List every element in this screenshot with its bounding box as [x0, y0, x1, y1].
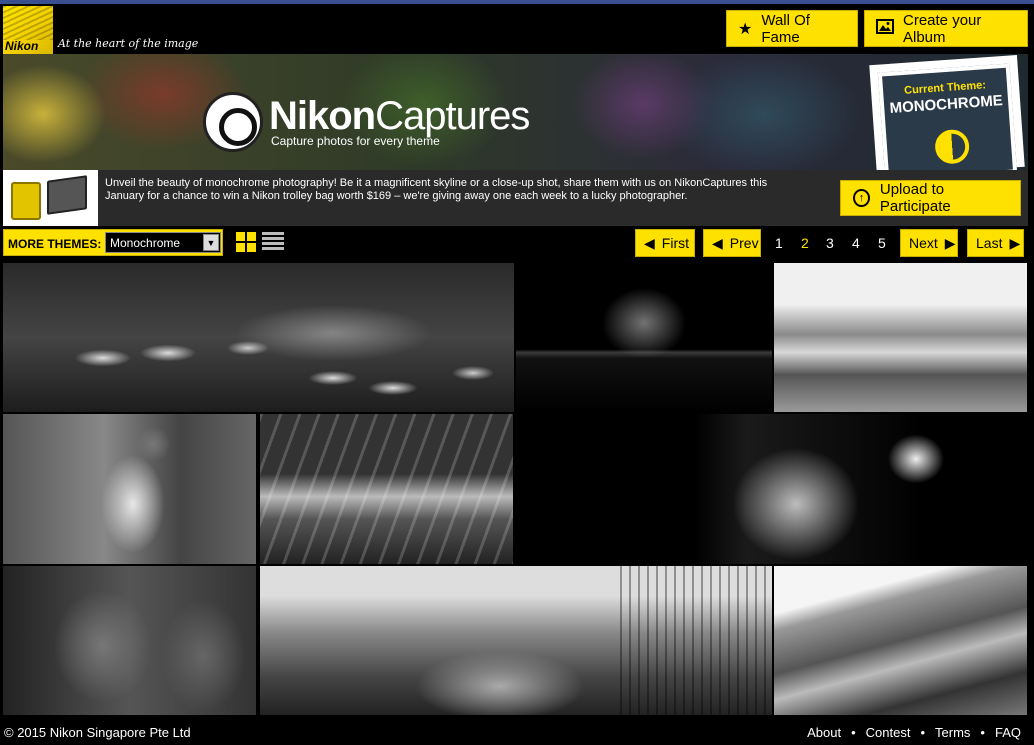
- site-footer: © 2015 Nikon Singapore Pte Ltd About • C…: [0, 717, 1034, 745]
- photo-tile-train-station[interactable]: [260, 414, 513, 564]
- chevron-down-icon[interactable]: ▼: [203, 234, 219, 251]
- footer-link-terms[interactable]: Terms: [935, 725, 970, 740]
- prev-page-button[interactable]: ◀ Prev: [703, 229, 761, 257]
- last-label: Last: [976, 235, 1003, 251]
- upload-label: Upload to Participate: [879, 181, 951, 215]
- caret-left-icon: ◀: [644, 234, 655, 251]
- next-page-button[interactable]: Next ▶: [900, 229, 958, 257]
- nikon-captures-title: NikonCaptures: [269, 94, 530, 138]
- upload-arrow-icon: ↑: [853, 189, 870, 207]
- more-themes-label: MORE THEMES:: [8, 237, 102, 251]
- site-header: Nikon At the heart of the image ★ Wall O…: [0, 4, 1034, 54]
- list-view-icon[interactable]: [262, 232, 284, 252]
- footer-separator: •: [851, 725, 856, 740]
- create-album-label: Create your Album: [903, 11, 982, 46]
- photo-tile-bride[interactable]: [516, 414, 1027, 564]
- copyright-text: © 2015 Nikon Singapore Pte Ltd: [4, 725, 191, 740]
- grid-view-icon[interactable]: [236, 232, 257, 252]
- contest-info-row: Unveil the beauty of monochrome photogra…: [3, 170, 1028, 226]
- image-icon: [876, 18, 894, 39]
- prev-label: Prev: [729, 235, 759, 251]
- trolley-bag-prize-image: [3, 170, 98, 226]
- photo-tile-festival-face[interactable]: [3, 566, 256, 715]
- create-album-button[interactable]: Create your Album: [864, 10, 1028, 47]
- current-theme-card: Current Theme: MONOCHROME: [869, 54, 1025, 170]
- tagline: At the heart of the image: [58, 37, 199, 50]
- page-number[interactable]: 5: [878, 235, 886, 251]
- photo-tile-marina-bay-night[interactable]: [516, 263, 772, 412]
- page-number[interactable]: 3: [826, 235, 834, 251]
- upload-to-participate-button[interactable]: ↑ Upload to Participate: [840, 180, 1021, 216]
- nikon-captures-aperture-icon: [203, 92, 263, 152]
- wall-of-fame-button[interactable]: ★ Wall Of Fame: [726, 10, 858, 47]
- photo-tile-mandarin-oriental[interactable]: [260, 566, 772, 715]
- photo-tile-beach[interactable]: [774, 263, 1027, 412]
- footer-link-contest[interactable]: Contest: [866, 725, 911, 740]
- page-number-current[interactable]: 2: [801, 235, 809, 251]
- contest-description: Unveil the beauty of monochrome photogra…: [105, 177, 768, 202]
- photo-tile-boats[interactable]: [3, 263, 514, 412]
- page-number[interactable]: 4: [852, 235, 860, 251]
- footer-separator: •: [920, 725, 926, 740]
- caret-right-icon: ▶: [1009, 234, 1021, 251]
- caret-left-icon: ◀: [712, 234, 723, 251]
- nikon-logo[interactable]: Nikon: [3, 6, 53, 54]
- theme-select[interactable]: Monochrome ▼: [105, 232, 221, 253]
- banner-subtitle: Capture photos for every theme: [271, 134, 440, 148]
- star-icon: ★: [738, 20, 753, 38]
- caret-right-icon: ▶: [944, 234, 956, 251]
- theme-select-value: Monochrome: [110, 236, 181, 250]
- logo-stripes: [3, 6, 53, 40]
- footer-link-faq[interactable]: FAQ: [995, 725, 1021, 740]
- last-page-button[interactable]: Last ▶: [967, 229, 1024, 257]
- footer-link-about[interactable]: About: [807, 725, 841, 740]
- monochrome-icon: [934, 128, 971, 165]
- next-label: Next: [909, 235, 938, 251]
- photo-tile-running-child[interactable]: [3, 414, 256, 564]
- footer-separator: •: [980, 725, 985, 740]
- footer-links: About • Contest • Terms • FAQ: [807, 725, 1021, 740]
- first-page-button[interactable]: ◀ First: [635, 229, 695, 257]
- hero-banner: NikonCaptures Capture photos for every t…: [3, 54, 1028, 170]
- logo-text: Nikon: [5, 39, 39, 53]
- more-themes-bar: MORE THEMES: Monochrome ▼: [3, 229, 223, 256]
- wall-of-fame-label: Wall Of Fame: [761, 11, 810, 46]
- first-label: First: [661, 235, 689, 251]
- photo-tile-cliffs[interactable]: [774, 566, 1027, 715]
- page-number[interactable]: 1: [775, 235, 783, 251]
